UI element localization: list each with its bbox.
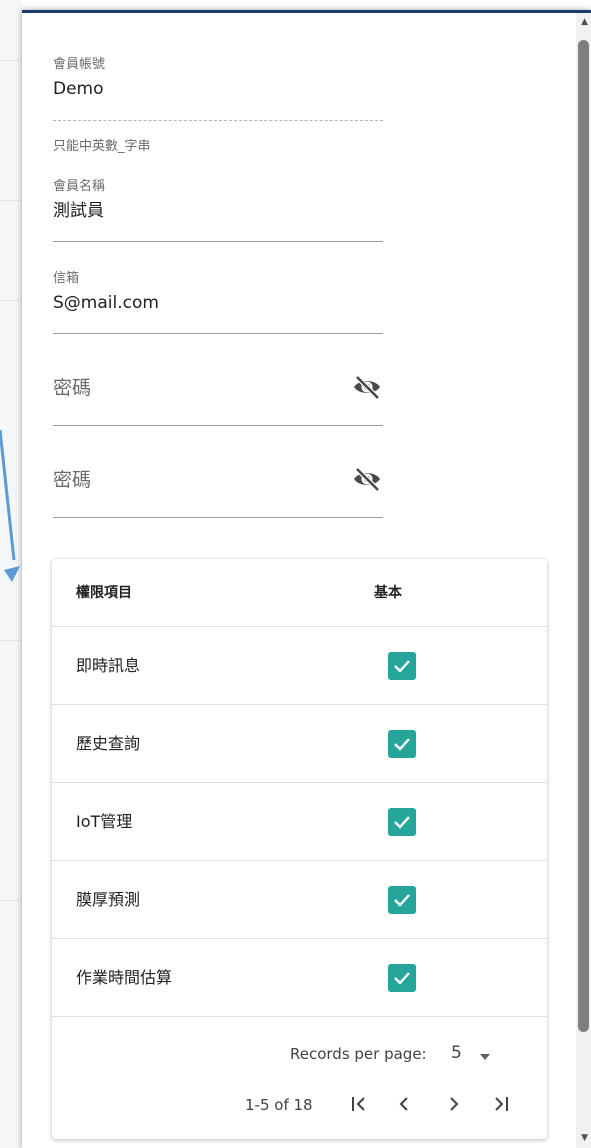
member-name-underline	[53, 241, 383, 242]
password-confirm-underline	[53, 517, 383, 518]
member-name-value[interactable]: 測試員	[53, 200, 383, 222]
table-row: 即時訊息	[52, 627, 547, 705]
checkbox-checked-icon[interactable]	[388, 886, 416, 914]
password-underline	[53, 425, 383, 426]
email-label: 信箱	[53, 271, 80, 286]
account-underline	[53, 120, 383, 121]
permission-name: 歷史查詢	[76, 734, 141, 753]
eye-off-icon[interactable]	[351, 465, 383, 493]
member-name-field[interactable]: 會員名稱 測試員	[53, 179, 383, 242]
permission-name: IoT管理	[76, 812, 133, 831]
account-label: 會員帳號	[53, 57, 106, 72]
permission-name: 即時訊息	[76, 656, 141, 675]
member-name-label: 會員名稱	[53, 179, 106, 194]
previous-page-icon[interactable]	[391, 1092, 417, 1116]
table-row: 歷史查詢	[52, 705, 547, 783]
password-confirm-field[interactable]: 密碼	[53, 455, 383, 518]
table-row: 作業時間估算	[52, 939, 547, 1017]
email-value[interactable]: S@mail.com	[53, 292, 383, 314]
scrollbar-thumb[interactable]	[578, 40, 589, 1032]
next-page-icon[interactable]	[441, 1092, 467, 1116]
checkbox-checked-icon[interactable]	[388, 730, 416, 758]
table-row: 膜厚預測	[52, 861, 547, 939]
password-placeholder: 密碼	[53, 377, 92, 399]
permission-name: 膜厚預測	[76, 890, 141, 909]
scroll-down-icon[interactable]: ▼	[581, 1134, 588, 1143]
eye-off-icon[interactable]	[351, 373, 383, 401]
first-page-icon[interactable]	[346, 1092, 372, 1116]
account-field[interactable]: 會員帳號 Demo	[53, 57, 383, 121]
password-field[interactable]: 密碼	[53, 363, 383, 426]
checkbox-checked-icon[interactable]	[388, 808, 416, 836]
permission-table: 權限項目 基本 即時訊息 歷史查詢 IoT管理 膜厚預測 作業時間估算 Reco…	[52, 559, 547, 1139]
member-edit-dialog: ▲ ▼ 會員帳號 Demo 只能中英數_字串 會員名稱 測試員 信箱 S@mai…	[22, 10, 591, 1148]
records-per-page-label: Records per page:	[290, 1045, 427, 1063]
email-underline	[53, 333, 383, 334]
pagination-range: 1-5 of 18	[245, 1096, 313, 1114]
account-value[interactable]: Demo	[53, 78, 383, 100]
header-basic: 基本	[374, 585, 402, 601]
checkbox-checked-icon[interactable]	[388, 964, 416, 992]
account-hint: 只能中英數_字串	[53, 139, 151, 154]
table-row: IoT管理	[52, 783, 547, 861]
email-field[interactable]: 信箱 S@mail.com	[53, 271, 383, 334]
header-permission-item: 權限項目	[76, 585, 132, 601]
checkbox-checked-icon[interactable]	[388, 652, 416, 680]
caret-down-icon[interactable]	[480, 1054, 490, 1060]
permission-name: 作業時間估算	[76, 968, 173, 987]
last-page-icon[interactable]	[488, 1092, 514, 1116]
scrollbar[interactable]: ▲ ▼	[576, 13, 591, 1148]
annotation-arrow-icon	[0, 429, 20, 582]
scroll-up-icon[interactable]: ▲	[581, 18, 588, 27]
password-confirm-placeholder: 密碼	[53, 469, 92, 491]
records-per-page-select[interactable]: 5	[451, 1043, 462, 1063]
table-header-row: 權限項目 基本	[52, 559, 547, 627]
